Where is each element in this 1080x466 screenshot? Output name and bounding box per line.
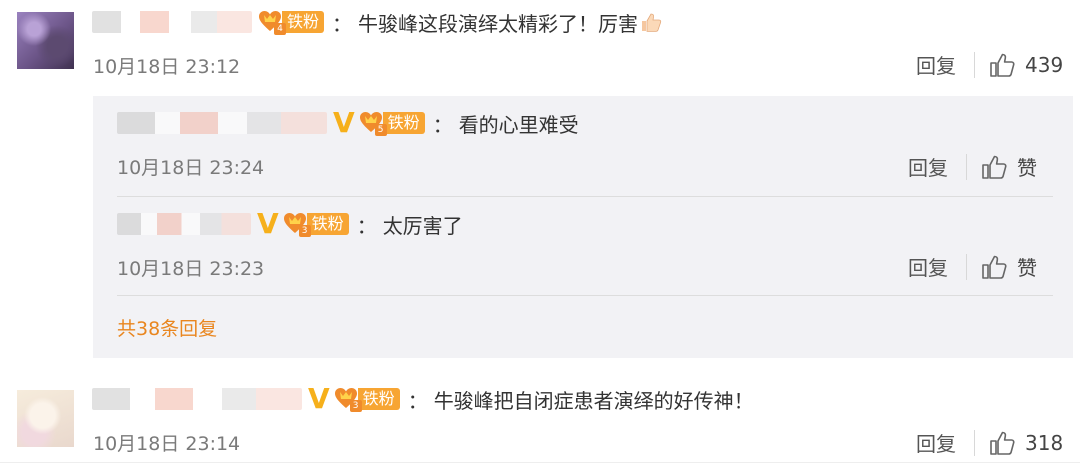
timestamp: 10月18日 23:12 xyxy=(93,56,241,78)
thumbs-up-icon[interactable] xyxy=(981,254,1007,280)
fan-badge[interactable]: 3 铁粉 xyxy=(283,212,349,237)
divider xyxy=(966,253,967,280)
colon: ： xyxy=(332,11,353,36)
reply-button[interactable]: 回复 xyxy=(916,50,956,79)
avatar[interactable] xyxy=(17,12,74,69)
username-redacted[interactable] xyxy=(117,112,327,134)
heart-badge-icon: 3 xyxy=(334,387,362,412)
reply-header: V 3 铁粉 ： 太厉害了 xyxy=(117,210,463,238)
reply-actions: 回复 赞 xyxy=(908,252,1037,281)
divider xyxy=(117,295,1053,296)
thumbs-up-icon[interactable] xyxy=(989,52,1015,78)
comment-text: 牛骏峰把自闭症患者演绎的好传神！ xyxy=(433,388,754,413)
thumbs-up-emoji xyxy=(642,13,662,32)
timestamp: 10月18日 23:14 xyxy=(93,433,241,455)
colon: ： xyxy=(432,112,453,137)
verified-v-icon: V xyxy=(308,382,330,415)
fan-badge[interactable]: 4 铁粉 xyxy=(258,10,325,35)
fan-label: 铁粉 xyxy=(357,388,400,410)
divider xyxy=(0,462,1080,463)
reply-header: V 5 铁粉 ： 看的心里难受 xyxy=(117,109,579,137)
comment-text: 牛骏峰这段演绎太精彩了！厉害 xyxy=(358,11,639,36)
timestamp: 10月18日 23:24 xyxy=(117,157,265,179)
fan-label: 铁粉 xyxy=(382,112,425,134)
divider xyxy=(117,196,1053,197)
reply-actions: 回复 赞 xyxy=(908,152,1037,181)
username-redacted[interactable] xyxy=(92,11,252,33)
divider xyxy=(974,429,975,456)
username-redacted[interactable] xyxy=(117,213,251,235)
reply-button[interactable]: 回复 xyxy=(908,152,948,181)
fan-label: 铁粉 xyxy=(306,213,349,235)
more-replies-link[interactable]: 共38条回复 xyxy=(117,314,217,341)
timestamp: 10月18日 23:23 xyxy=(117,258,265,280)
avatar[interactable] xyxy=(17,390,74,447)
fan-badge[interactable]: 3 铁粉 xyxy=(334,387,400,412)
heart-badge-icon: 5 xyxy=(359,111,387,136)
like-count: 439 xyxy=(1025,52,1064,77)
comment-actions: 回复 318 xyxy=(916,428,1063,457)
reply-text: 太厉害了 xyxy=(382,213,463,238)
heart-badge-icon: 4 xyxy=(258,10,286,35)
like-button-label[interactable]: 赞 xyxy=(1017,152,1037,181)
verified-v-icon: V xyxy=(333,106,355,139)
fan-badge[interactable]: 5 铁粉 xyxy=(359,111,425,136)
username-redacted[interactable] xyxy=(92,388,302,410)
comment-header: 4 铁粉 ： 牛骏峰这段演绎太精彩了！厉害 xyxy=(92,8,662,36)
colon: ： xyxy=(356,213,377,238)
colon: ： xyxy=(407,388,428,413)
reply-text: 看的心里难受 xyxy=(458,112,579,137)
divider xyxy=(966,153,967,180)
thumbs-up-icon[interactable] xyxy=(981,154,1007,180)
verified-v-icon: V xyxy=(257,207,279,240)
reply-button[interactable]: 回复 xyxy=(908,252,948,281)
like-count: 318 xyxy=(1025,430,1064,455)
like-button-label[interactable]: 赞 xyxy=(1017,252,1037,281)
divider xyxy=(974,51,975,78)
heart-badge-icon: 3 xyxy=(283,212,311,237)
fan-label: 铁粉 xyxy=(282,11,325,33)
thumbs-up-icon[interactable] xyxy=(989,430,1015,456)
reply-button[interactable]: 回复 xyxy=(916,428,956,457)
comment-actions: 回复 439 xyxy=(916,50,1063,79)
comment-header: V 3 铁粉 ： 牛骏峰把自闭症患者演绎的好传神！ xyxy=(92,385,754,413)
